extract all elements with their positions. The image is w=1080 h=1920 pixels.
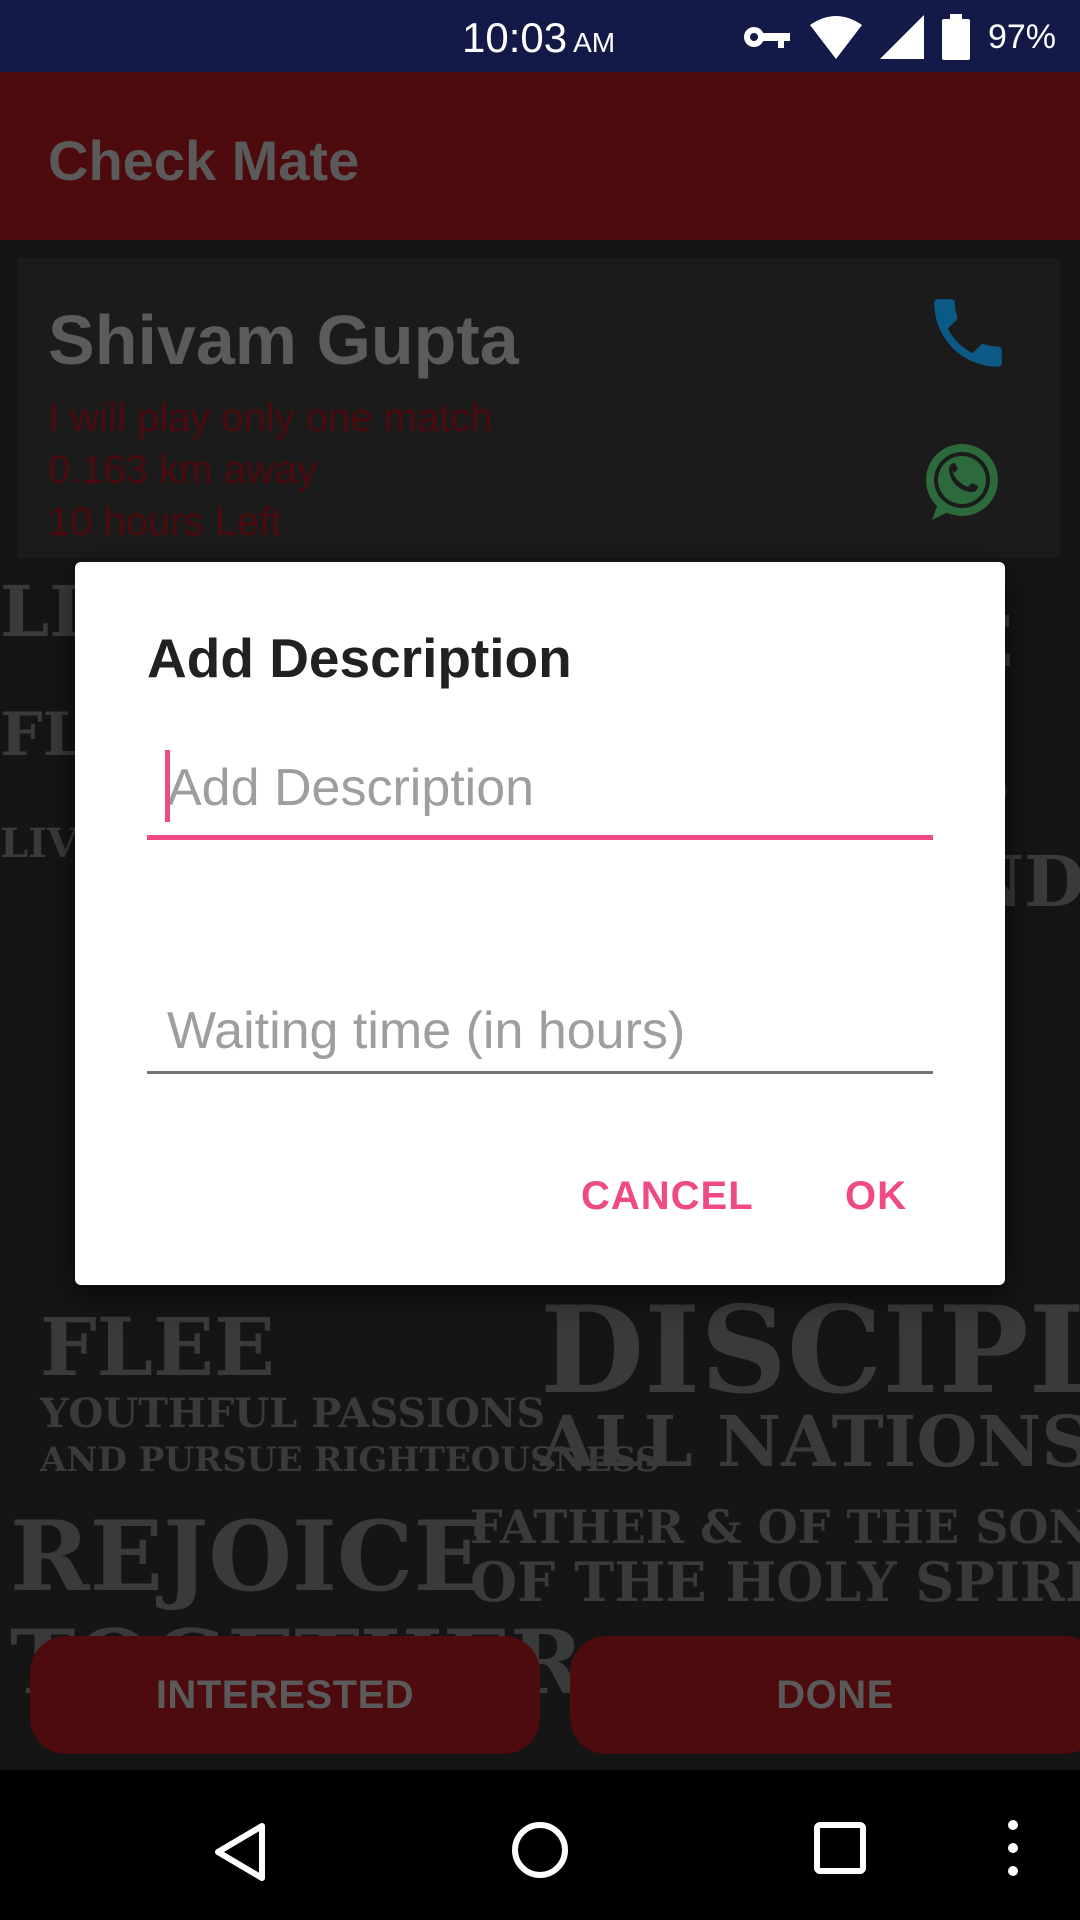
description-input[interactable] xyxy=(147,740,933,835)
text-cursor xyxy=(165,750,170,822)
app-bar: Check Mate xyxy=(0,72,1080,240)
signal-icon xyxy=(879,15,924,59)
status-icons: 97% xyxy=(742,12,1056,62)
dialog-title: Add Description xyxy=(147,627,572,689)
player-card: Shivam Gupta I will play only one match … xyxy=(18,258,1060,558)
bg-word: ALL NATIONS xyxy=(540,1400,1080,1483)
player-name: Shivam Gupta xyxy=(48,301,519,379)
cancel-button[interactable]: CANCEL xyxy=(581,1174,754,1219)
home-icon[interactable] xyxy=(510,1820,570,1880)
vpn-key-icon xyxy=(743,27,790,48)
bg-word: REJOICE xyxy=(10,1500,487,1613)
navigation-bar xyxy=(0,1770,1080,1920)
player-distance: 0.163 km away xyxy=(48,448,318,492)
recents-icon[interactable] xyxy=(814,1822,866,1874)
app-title: Check Mate xyxy=(48,129,360,192)
whatsapp-icon[interactable] xyxy=(920,440,1004,524)
status-time-ampm: AM xyxy=(573,27,616,58)
battery-percent: 97% xyxy=(987,17,1056,56)
status-time: 10:03 AM xyxy=(462,14,615,62)
status-time-value: 10:03 xyxy=(462,14,568,61)
status-bar: 10:03 AM 97% xyxy=(0,0,1080,72)
interested-button[interactable]: INTERESTED xyxy=(30,1636,540,1754)
done-button[interactable]: DONE xyxy=(570,1636,1080,1754)
bg-word: YOUTHFUL PASSIONS xyxy=(40,1390,546,1437)
more-icon[interactable] xyxy=(1006,1818,1020,1878)
description-field xyxy=(147,740,933,840)
bg-word: OF THE HOLY SPIRIT xyxy=(470,1550,1080,1614)
wifi-icon xyxy=(809,16,862,59)
battery-icon xyxy=(941,14,970,60)
waiting-time-input[interactable] xyxy=(147,990,933,1071)
back-icon[interactable] xyxy=(210,1820,270,1884)
ok-button[interactable]: OK xyxy=(845,1174,907,1219)
player-description: I will play only one match xyxy=(48,396,493,440)
add-description-dialog: Add Description CANCEL OK xyxy=(75,562,1005,1285)
player-time-left: 10 hours Left xyxy=(48,500,282,544)
phone-icon[interactable] xyxy=(918,288,1018,378)
bg-word: FLEE xyxy=(40,1300,275,1394)
bg-word: FATHER & OF THE SON xyxy=(470,1500,1080,1554)
waiting-time-field xyxy=(147,990,933,1074)
